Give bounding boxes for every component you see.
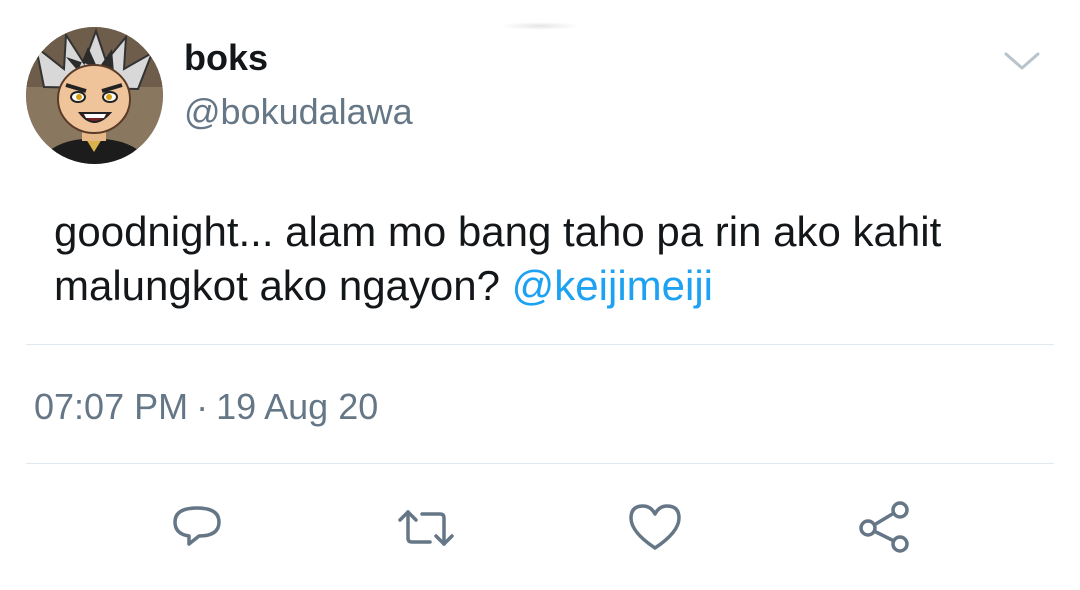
tweet-body: goodnight... alam mo bang taho pa rin ak… bbox=[54, 208, 942, 309]
retweet-button[interactable] bbox=[396, 498, 456, 558]
user-handle[interactable]: @bokudalawa bbox=[184, 92, 413, 132]
reply-icon bbox=[173, 506, 221, 546]
tweet-text: goodnight... alam mo bang taho pa rin ak… bbox=[54, 205, 1054, 313]
tweet-time: 07:07 PM bbox=[34, 386, 189, 427]
share-button[interactable] bbox=[854, 498, 914, 558]
avatar[interactable] bbox=[26, 27, 163, 164]
timestamp: 07:07 PM · 19 Aug 20 bbox=[34, 386, 378, 428]
separator: · bbox=[196, 386, 209, 427]
divider bbox=[26, 344, 1054, 345]
action-bar bbox=[0, 498, 1080, 558]
divider bbox=[26, 463, 1054, 464]
avatar-image bbox=[26, 27, 163, 164]
heart-icon bbox=[629, 504, 681, 550]
display-name[interactable]: boks bbox=[184, 38, 268, 78]
like-button[interactable] bbox=[625, 498, 685, 558]
chevron-down-icon[interactable] bbox=[1000, 44, 1044, 76]
retweet-icon bbox=[398, 510, 454, 546]
reply-button[interactable] bbox=[167, 498, 227, 558]
share-icon bbox=[859, 501, 909, 553]
mention-link[interactable]: @keijimeiji bbox=[512, 262, 713, 309]
top-shadow bbox=[500, 22, 580, 30]
tweet-date: 19 Aug 20 bbox=[216, 386, 379, 427]
